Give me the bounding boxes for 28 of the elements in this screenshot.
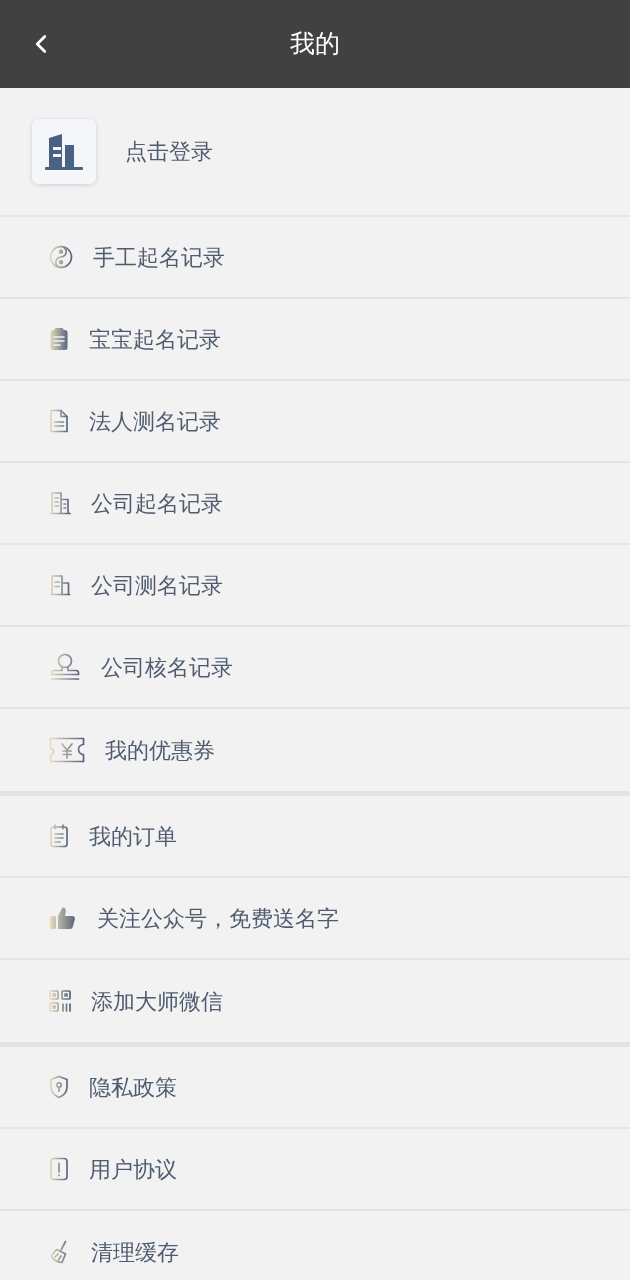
thumbs-up-icon [49,906,77,930]
building-icon [49,491,71,515]
menu-item[interactable]: 清理缓存 [0,1211,630,1280]
stamp-icon [49,653,81,681]
coupon-icon [49,735,85,765]
menu-item[interactable]: 隐私政策 [0,1047,630,1129]
qr-code-icon [49,990,71,1012]
menu-item[interactable]: 公司核名记录 [0,627,630,709]
clipboard-icon [49,327,69,351]
menu-item[interactable]: 添加大师微信 [0,960,630,1042]
building-icon [49,574,71,596]
menu-item[interactable]: 公司测名记录 [0,545,630,627]
menu-item[interactable]: 关注公众号，免费送名字 [0,878,630,960]
login-link[interactable]: 点击登录 [125,135,213,168]
menu-item[interactable]: 我的订单 [0,796,630,878]
yin-yang-icon [49,245,73,269]
menu-item[interactable]: 我的优惠券 [0,709,630,791]
exclamation-icon [49,1157,69,1181]
menu-item[interactable]: 公司起名记录 [0,463,630,545]
document-icon [49,409,69,433]
list-icon [49,824,69,848]
building-avatar-icon [32,119,96,184]
menu-item[interactable]: 法人测名记录 [0,381,630,463]
menu-item[interactable]: 手工起名记录 [0,217,630,299]
menu-item[interactable]: 宝宝起名记录 [0,299,630,381]
menu-item[interactable]: 用户协议 [0,1129,630,1211]
page-title: 我的 [290,28,340,60]
shield-icon [49,1075,69,1099]
